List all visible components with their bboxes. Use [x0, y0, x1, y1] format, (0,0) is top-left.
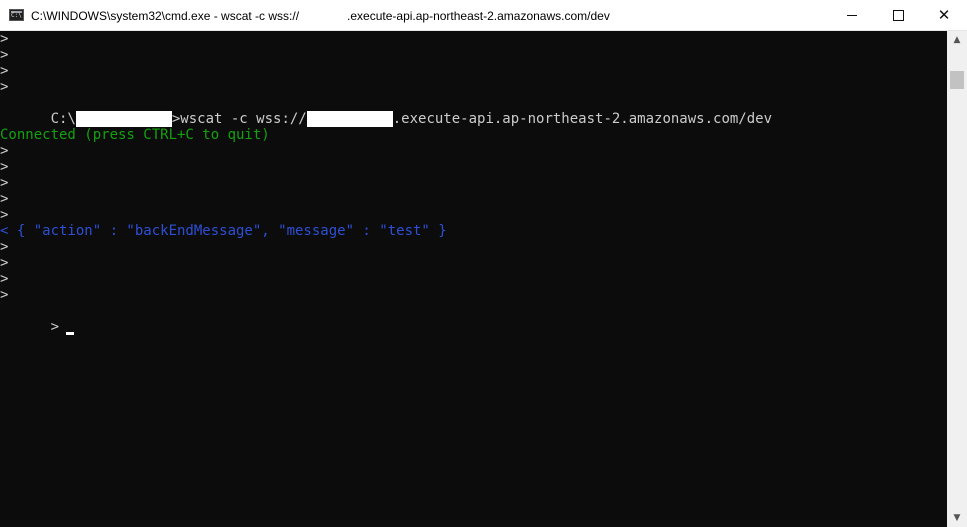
prompt-line: > — [0, 191, 9, 207]
active-prompt-line[interactable]: > — [0, 303, 75, 335]
prompt-line: > — [0, 79, 9, 95]
command-mid: >wscat -c wss:// — [171, 111, 307, 127]
command-prefix: C:\ — [50, 111, 76, 127]
cmd-icon — [9, 9, 24, 21]
prompt-line: > — [0, 63, 9, 79]
vertical-scrollbar[interactable]: ▲ ▼ — [947, 31, 967, 527]
prompt-line: > — [0, 31, 9, 47]
minimize-button[interactable] — [829, 0, 875, 30]
redacted-path — [75, 111, 172, 127]
command-line: C:\ >wscat -c wss:// .execute-api.ap-north… — [0, 95, 772, 127]
prompt-line: > — [0, 175, 9, 191]
text-cursor — [66, 332, 75, 335]
redacted-endpoint — [306, 111, 393, 127]
close-button[interactable]: ✕ — [921, 0, 967, 30]
prompt-line: > — [0, 255, 9, 271]
prompt-char: > — [50, 319, 60, 335]
prompt-line: > — [0, 287, 9, 303]
prompt-line: > — [0, 239, 9, 255]
cmd-window: C:\WINDOWS\system32\cmd.exe - wscat -c w… — [0, 0, 967, 527]
command-suffix: .execute-api.ap-northeast-2.amazonaws.co… — [392, 111, 773, 127]
console-output[interactable]: > > > > C:\ >wscat -c wss:// .execute-api.… — [0, 31, 947, 527]
maximize-button[interactable] — [875, 0, 921, 30]
prompt-line: > — [0, 271, 9, 287]
maximize-icon — [892, 10, 904, 21]
chevron-up-icon: ▲ — [953, 35, 961, 45]
scroll-up-button[interactable]: ▲ — [947, 31, 967, 49]
scroll-thumb[interactable] — [950, 71, 964, 89]
close-icon: ✕ — [937, 6, 951, 24]
prompt-line: > — [0, 143, 9, 159]
minimize-icon — [847, 15, 857, 16]
title-redaction — [299, 8, 347, 20]
received-message: < { "action" : "backEndMessage", "messag… — [0, 223, 447, 239]
prompt-line: > — [0, 47, 9, 63]
window-title-prefix: C:\WINDOWS\system32\cmd.exe - wscat -c w… — [31, 9, 300, 23]
prompt-line: > — [0, 159, 9, 175]
scroll-down-button[interactable]: ▼ — [947, 509, 967, 527]
prompt-line: > — [0, 207, 9, 223]
title-bar[interactable]: C:\WINDOWS\system32\cmd.exe - wscat -c w… — [0, 0, 967, 31]
connected-message: Connected (press CTRL+C to quit) — [0, 127, 270, 143]
chevron-down-icon: ▼ — [953, 513, 961, 523]
window-title-suffix: .execute-api.ap-northeast-2.amazonaws.co… — [347, 9, 610, 23]
window-title: C:\WINDOWS\system32\cmd.exe - wscat -c w… — [31, 7, 610, 25]
